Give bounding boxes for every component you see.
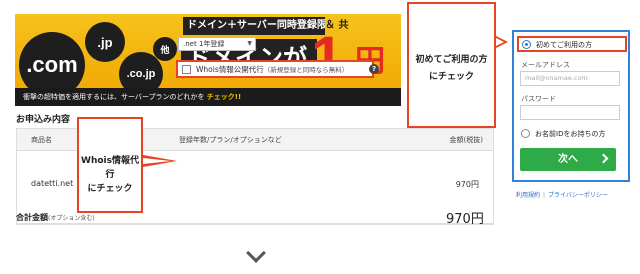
chevron-down-icon[interactable] [246,243,266,263]
first-time-label: 初めてご利用の方 [536,41,592,49]
column-product: 商品名 [31,136,52,144]
annotation-whois: Whois情報代行 にチェック [77,117,143,213]
whois-sub-text: （新規登録と同時なら無料） [263,66,349,74]
first-time-radio[interactable] [522,40,531,49]
has-id-label: お名前IDをお持ちの方 [535,130,606,138]
column-options: 登録年数/プラン/オプションなど [179,136,282,144]
annotation-text: にチェック [87,184,133,194]
banner-price-number: 1 [311,25,344,90]
annotation-text: 初めてご利用の方 [415,55,488,65]
annotation-text: にチェック [428,72,474,82]
column-amount: 金額(税抜) [449,136,483,144]
password-input[interactable] [520,105,620,120]
tld-jp-badge: .jp [85,22,125,62]
first-time-option[interactable]: 初めてご利用の方 [517,36,627,52]
has-id-radio[interactable] [521,129,530,138]
banner-note-text: 衝撃の超特価を適用するには、サーバープランのどれかを [23,93,205,101]
footer-links: 利用規約 | プライバシーポリシー [516,190,608,199]
next-button-label: 次へ [558,154,578,165]
annotation-pointer-inner [496,38,504,46]
help-icon[interactable]: ? [369,64,379,74]
total-label-text: 合計金額 [16,213,48,222]
divider [16,224,494,225]
chevron-down-icon: ▼ [247,40,252,47]
order-section-title: お申込み内容 [16,115,71,125]
domain-name: datetti.net [31,179,74,188]
tld-other-badge: 他 [153,37,177,61]
banner-headline: ドメイン＋サーバー同時登録限定 [183,17,325,35]
total-label: 合計金額(オプション含む) [16,212,95,223]
next-button[interactable]: 次へ [520,148,616,171]
select-value: .net 1年登録 [183,40,225,48]
whois-proxy-option[interactable]: Whois情報公開代行（新規登録と同時なら無料） [176,60,374,78]
annotation-text: Whois情報代行 [81,156,139,180]
row-price: 970円 [455,180,479,189]
password-label: パスワード [521,95,556,103]
chevron-right-icon [598,153,609,164]
privacy-link[interactable]: プライバシーポリシー [548,192,608,199]
banner-note: 衝撃の超特価を適用するには、サーバープランのどれかを チェック!! [15,88,401,106]
email-label: メールアドレス [521,61,570,69]
whois-label-text: Whois情報公開代行 [196,65,264,74]
whois-label: Whois情報公開代行（新規登録と同時なら無料） [196,64,348,75]
link-separator: | [543,192,546,199]
banner-note-check: チェック!! [206,93,242,101]
annotation-first-time: 初めてご利用の方 にチェック [407,2,496,128]
terms-link[interactable]: 利用規約 [516,192,540,199]
annotation-pointer-inner [143,158,171,164]
registration-years-select[interactable]: .net 1年登録 ▼ [178,37,256,51]
email-input[interactable]: mail@onamae.com [520,71,620,86]
total-label-sub: (オプション含む) [48,215,95,222]
whois-checkbox[interactable] [182,65,191,74]
